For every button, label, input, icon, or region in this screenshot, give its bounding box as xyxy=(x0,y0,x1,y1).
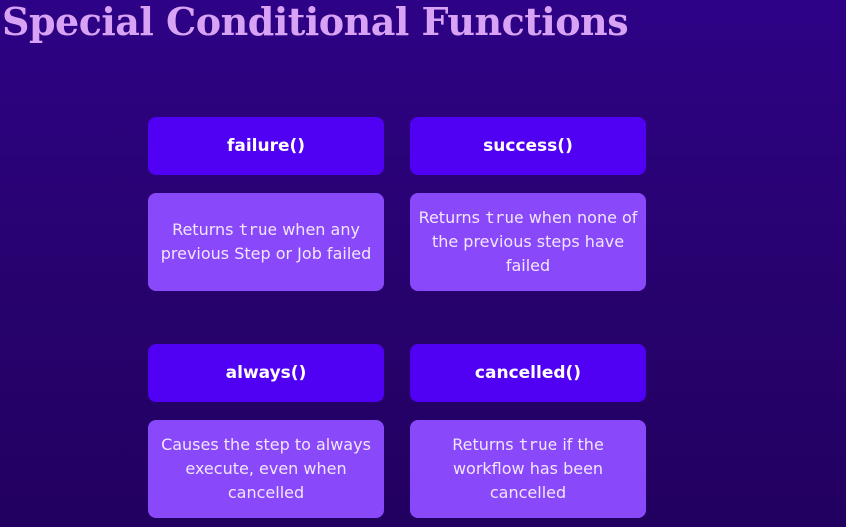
function-header-success: success() xyxy=(410,117,646,175)
description-lead: Returns xyxy=(452,435,514,454)
slide-title: Special Conditional Functions xyxy=(2,0,629,44)
description-text: Returns true when any previous Step or J… xyxy=(152,218,380,266)
description-text: Causes the step to always execute, even … xyxy=(161,435,371,502)
code-keyword: true xyxy=(518,435,558,454)
description-text: Returns true when none of the previous s… xyxy=(414,206,642,278)
code-keyword: true xyxy=(485,208,524,227)
function-description-always: Causes the step to always execute, even … xyxy=(148,420,384,518)
function-header-always: always() xyxy=(148,344,384,402)
function-description-success: Returns true when none of the previous s… xyxy=(410,193,646,291)
function-description-cancelled: Returns true if the workflow has been ca… xyxy=(410,420,646,518)
description-text: Returns true if the workflow has been ca… xyxy=(414,433,642,505)
code-keyword: true xyxy=(238,220,278,239)
function-header-cancelled: cancelled() xyxy=(410,344,646,402)
function-header-failure: failure() xyxy=(148,117,384,175)
description-lead: Returns xyxy=(172,220,234,239)
description-lead: Returns xyxy=(418,208,480,227)
function-description-failure: Returns true when any previous Step or J… xyxy=(148,193,384,291)
